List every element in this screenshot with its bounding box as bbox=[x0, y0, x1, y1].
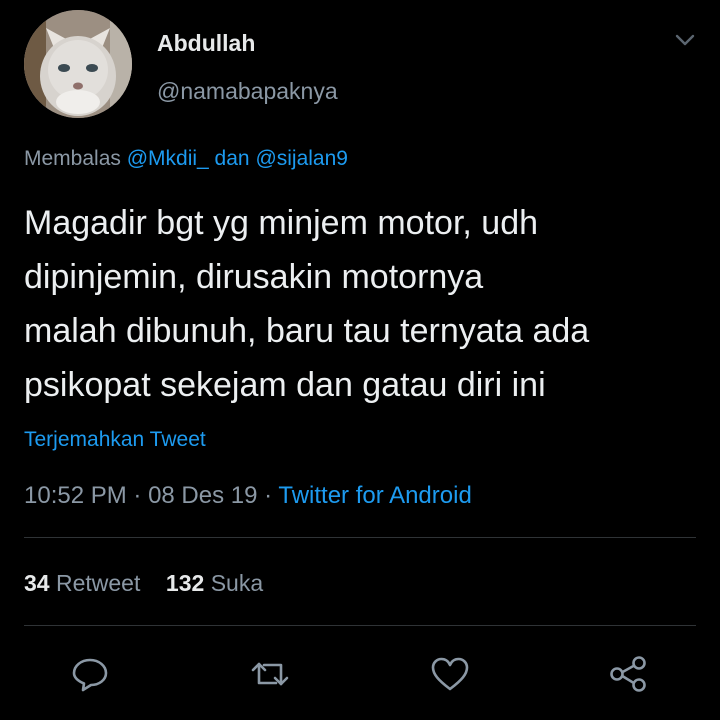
retweet-icon bbox=[251, 662, 289, 686]
meta-separator: · bbox=[257, 482, 279, 509]
avatar[interactable] bbox=[24, 10, 132, 118]
chevron-down-icon bbox=[675, 34, 695, 46]
tweet-client-link[interactable]: Twitter for Android bbox=[278, 482, 471, 509]
avatar-cat-image bbox=[24, 10, 132, 118]
tweet-text-line: Magadir bgt yg minjem motor, udh bbox=[24, 204, 539, 242]
tweet-time: 10:52 PM bbox=[24, 482, 127, 509]
author-handle[interactable]: @namabapaknya bbox=[157, 78, 338, 105]
share-button[interactable] bbox=[606, 652, 650, 696]
like-label: Suka bbox=[210, 570, 264, 596]
like-button[interactable] bbox=[428, 652, 472, 696]
comment-icon bbox=[72, 658, 108, 692]
divider bbox=[24, 625, 696, 626]
tweet-text-line: dipinjemin, dirusakin motornya bbox=[24, 258, 484, 296]
reply-prefix: Membalas bbox=[24, 147, 127, 170]
heart-icon bbox=[431, 657, 469, 691]
reply-mention-sijalan9[interactable]: @sijalan9 bbox=[255, 147, 348, 170]
tweet-text: Magadir bgt yg minjem motor, udh dipinje… bbox=[24, 196, 694, 412]
like-count: 132 bbox=[165, 570, 205, 596]
reply-mention-mkdii[interactable]: @Mkdii_ bbox=[127, 147, 209, 170]
retweet-count: 34 bbox=[24, 570, 50, 596]
likes-stat[interactable]: 132 Suka bbox=[166, 570, 263, 596]
divider bbox=[24, 537, 696, 538]
author-name[interactable]: Abdullah bbox=[157, 30, 255, 57]
reply-context: Membalas @Mkdii_ dan @sijalan9 bbox=[24, 147, 348, 171]
retweets-stat[interactable]: 34 Retweet bbox=[24, 570, 140, 596]
tweet-stats: 34 Retweet 132 Suka bbox=[24, 570, 263, 597]
meta-separator: · bbox=[126, 482, 149, 509]
tweet-text-line: psikopat sekejam dan gatau diri ini bbox=[24, 366, 546, 404]
retweet-label: Retweet bbox=[55, 570, 141, 596]
tweet-meta: 10:52 PM · 08 Des 19 · Twitter for Andro… bbox=[24, 482, 472, 510]
retweet-button[interactable] bbox=[248, 652, 292, 696]
reply-joiner: dan bbox=[208, 147, 256, 170]
tweet-text-line: malah dibunuh, baru tau ternyata ada bbox=[24, 312, 590, 350]
translate-tweet-link[interactable]: Terjemahkan Tweet bbox=[24, 428, 206, 452]
reply-button[interactable] bbox=[68, 652, 112, 696]
more-options-button[interactable] bbox=[672, 30, 698, 50]
tweet-date: 08 Des 19 bbox=[148, 482, 258, 509]
share-icon bbox=[610, 656, 646, 692]
